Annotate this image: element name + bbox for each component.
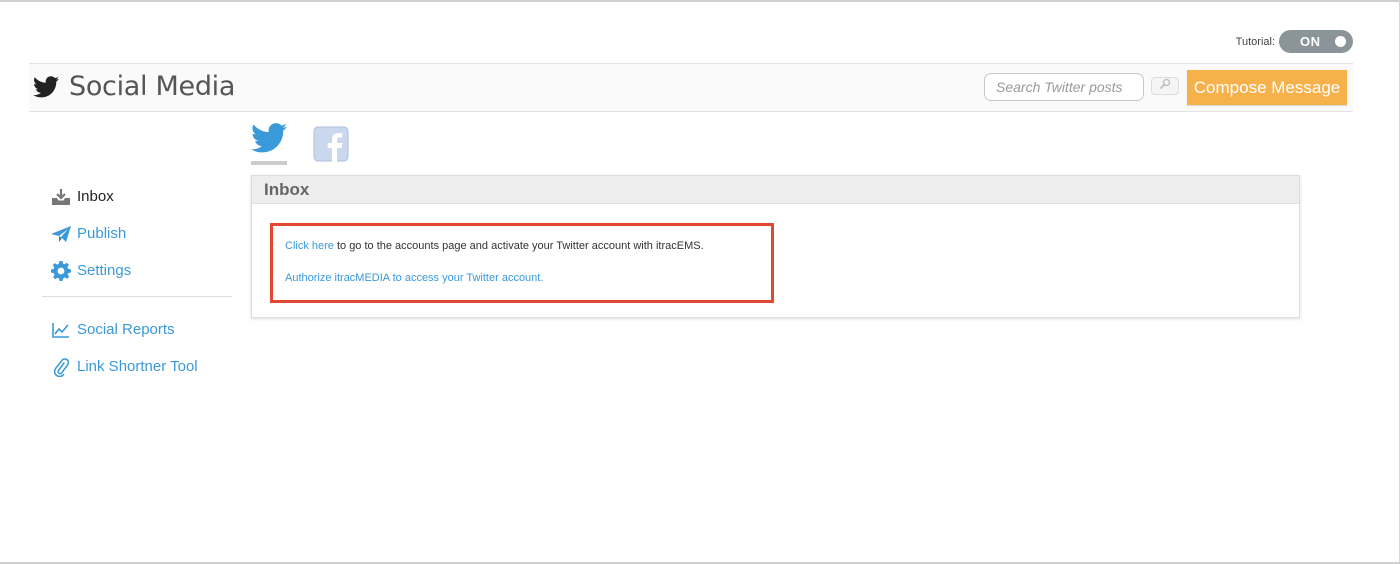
sidebar-item-label: Settings — [77, 262, 132, 279]
notice-line-2: Authorize itracMEDIA to access your Twit… — [285, 271, 759, 285]
sidebar-item-social-reports[interactable]: Social Reports — [42, 311, 232, 348]
search-input[interactable] — [984, 73, 1144, 101]
sidebar-item-label: Link Shortner Tool — [77, 358, 198, 375]
account-notice: Click here to go to the accounts page an… — [270, 223, 774, 303]
line-chart-icon — [51, 320, 71, 340]
authorize-link[interactable]: Authorize itracMEDIA to access your Twit… — [285, 272, 543, 284]
panel-header: Inbox — [252, 176, 1299, 204]
panel-title: Inbox — [264, 180, 310, 199]
tutorial-label: Tutorial: — [1235, 35, 1275, 48]
toggle-knob — [1335, 36, 1346, 47]
panel-body: Click here to go to the accounts page an… — [252, 204, 1299, 317]
tutorial-toggle-state: ON — [1300, 34, 1321, 49]
facebook-icon — [313, 126, 349, 166]
inbox-icon — [51, 187, 71, 207]
paper-plane-icon — [51, 224, 71, 244]
sidebar-item-label: Inbox — [77, 188, 114, 205]
tutorial-control: Tutorial: ON — [1236, 30, 1353, 53]
sidebar-item-inbox[interactable]: Inbox — [42, 178, 232, 215]
network-tabs — [251, 122, 349, 165]
twitter-bird-icon — [33, 75, 59, 98]
sidebar-item-publish[interactable]: Publish — [42, 215, 232, 252]
tutorial-toggle[interactable]: ON — [1279, 30, 1353, 53]
tab-facebook[interactable] — [313, 122, 349, 164]
inbox-panel: Inbox Click here to go to the accounts p… — [251, 175, 1300, 318]
gear-icon — [51, 260, 71, 281]
sidebar: Inbox Publish Settings Social Reports Li… — [42, 178, 232, 385]
sidebar-divider — [42, 296, 232, 297]
sidebar-item-settings[interactable]: Settings — [42, 252, 232, 289]
page-title: Social Media — [69, 71, 236, 102]
sidebar-item-label: Social Reports — [77, 321, 175, 338]
click-here-link[interactable]: Click here — [285, 240, 334, 252]
page-header: Social Media Compose Message — [29, 63, 1353, 112]
notice-line-1: Click here to go to the accounts page an… — [285, 239, 759, 253]
twitter-icon — [251, 123, 287, 158]
search-button[interactable] — [1151, 77, 1179, 95]
search-icon — [1159, 77, 1171, 95]
paperclip-icon — [51, 357, 71, 377]
notice-text: to go to the accounts page and activate … — [333, 240, 704, 252]
sidebar-item-link-shortner[interactable]: Link Shortner Tool — [42, 348, 232, 385]
brand: Social Media — [33, 71, 235, 102]
sidebar-item-label: Publish — [77, 225, 127, 242]
window-top-border — [0, 0, 1400, 2]
compose-message-button[interactable]: Compose Message — [1187, 70, 1347, 105]
tab-twitter[interactable] — [251, 122, 287, 165]
